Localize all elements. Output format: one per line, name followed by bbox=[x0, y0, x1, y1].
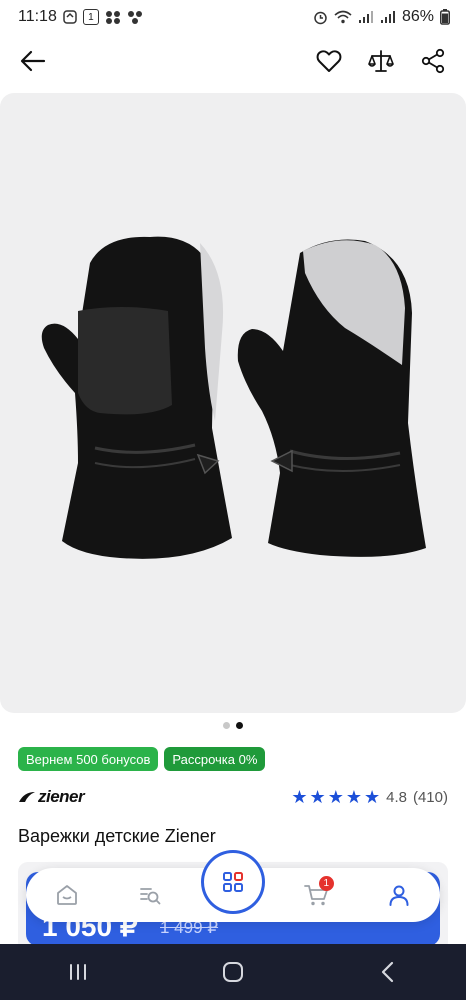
profile-icon bbox=[389, 885, 409, 906]
battery-percent: 86% bbox=[401, 8, 434, 25]
promo-badges: Вернем 500 бонусов Рассрочка 0% bbox=[18, 747, 266, 771]
system-nav-bar bbox=[0, 944, 466, 1000]
nav-profile[interactable] bbox=[375, 873, 423, 917]
rating-count: (410) bbox=[412, 788, 448, 806]
product-image bbox=[41, 236, 426, 559]
cart-count-badge: 1 bbox=[318, 876, 334, 891]
carousel-dot-1[interactable] bbox=[223, 722, 230, 729]
favorite-button[interactable] bbox=[314, 46, 344, 76]
star-icon: ★ bbox=[363, 787, 381, 807]
rating-stars: ★ ★ ★ ★ ★ bbox=[291, 788, 380, 806]
product-screen: 11:18 1 86% Вернем 500 бонусов Рассрочка… bbox=[0, 0, 466, 1000]
dots-app-icon bbox=[105, 10, 121, 24]
home-icon bbox=[57, 885, 78, 905]
scales-icon bbox=[368, 50, 394, 72]
nav-cart[interactable]: 1 bbox=[292, 873, 340, 917]
star-icon: ★ bbox=[345, 787, 362, 807]
installment-badge[interactable]: Рассрочка 0% bbox=[164, 747, 266, 771]
share-icon bbox=[421, 48, 445, 74]
nav-home[interactable] bbox=[43, 873, 91, 917]
product-title: Варежки детские Ziener bbox=[18, 826, 216, 846]
status-time: 11:18 bbox=[18, 8, 57, 25]
status-left: 11:18 1 bbox=[18, 8, 143, 26]
brand-rating-row: ziener ★ ★ ★ ★ ★ 4.8 (410) bbox=[18, 784, 448, 810]
star-icon: ★ bbox=[309, 787, 326, 807]
heart-icon bbox=[316, 50, 342, 72]
star-icon: ★ bbox=[291, 787, 308, 807]
signal-icon-2 bbox=[380, 10, 396, 24]
catalog-grid-icon bbox=[223, 872, 243, 892]
chevron-left-icon bbox=[382, 961, 394, 983]
top-toolbar bbox=[0, 34, 466, 88]
home-system-button[interactable] bbox=[203, 952, 263, 992]
recent-apps-icon bbox=[69, 964, 86, 980]
carousel-dots bbox=[0, 722, 466, 729]
wifi-icon bbox=[334, 10, 352, 24]
notification-badge-icon: 1 bbox=[82, 9, 99, 25]
brand-logo[interactable]: ziener bbox=[18, 787, 85, 807]
status-bar: 11:18 1 86% bbox=[0, 0, 466, 34]
search-list-icon bbox=[140, 888, 161, 905]
recent-apps-button[interactable] bbox=[48, 952, 108, 992]
dots-app-icon-2 bbox=[127, 10, 143, 24]
ziener-swoosh-icon bbox=[19, 792, 35, 802]
back-arrow-icon bbox=[20, 50, 46, 72]
rating[interactable]: ★ ★ ★ ★ ★ 4.8 (410) bbox=[291, 788, 448, 806]
back-system-button[interactable] bbox=[358, 952, 418, 992]
share-button[interactable] bbox=[418, 46, 448, 76]
compare-button[interactable] bbox=[366, 46, 396, 76]
star-icon: ★ bbox=[327, 787, 344, 807]
brand-logo-text: ziener bbox=[38, 787, 85, 806]
status-right: 86% bbox=[313, 8, 450, 26]
home-square-icon bbox=[222, 962, 243, 982]
back-button[interactable] bbox=[18, 46, 48, 76]
toolbar-actions bbox=[314, 46, 448, 76]
signal-icon bbox=[358, 10, 374, 24]
alarm-icon bbox=[313, 10, 328, 25]
rating-value: 4.8 bbox=[386, 788, 407, 806]
battery-icon bbox=[440, 9, 450, 25]
notification-app-icon bbox=[63, 10, 77, 24]
nav-search[interactable] bbox=[126, 873, 174, 917]
nav-catalog[interactable] bbox=[201, 850, 265, 914]
product-image-carousel[interactable] bbox=[0, 93, 466, 713]
bonus-badge[interactable]: Вернем 500 бонусов bbox=[18, 747, 159, 771]
carousel-dot-2[interactable] bbox=[236, 722, 243, 729]
